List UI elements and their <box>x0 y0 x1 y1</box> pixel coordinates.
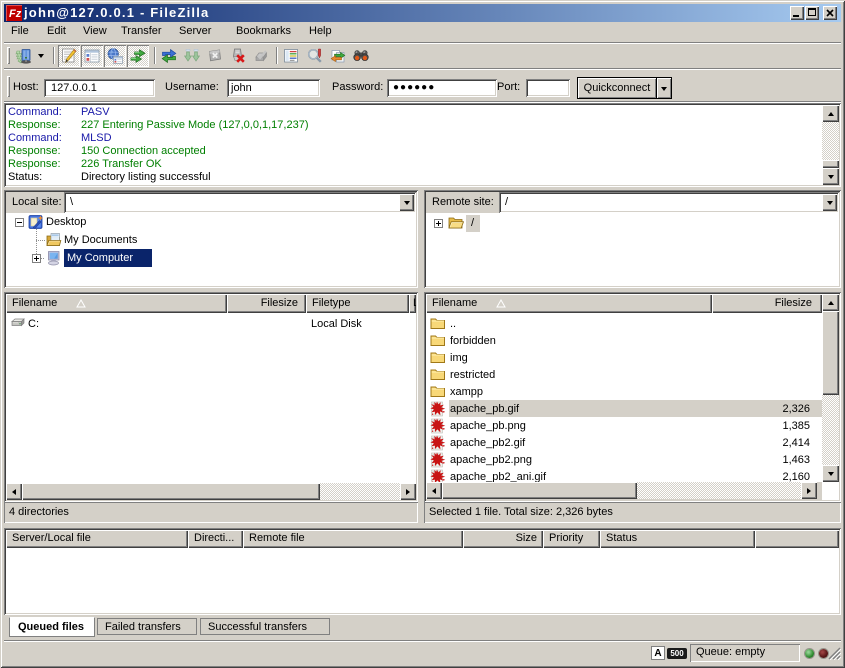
svg-text:Fz: Fz <box>9 8 22 20</box>
